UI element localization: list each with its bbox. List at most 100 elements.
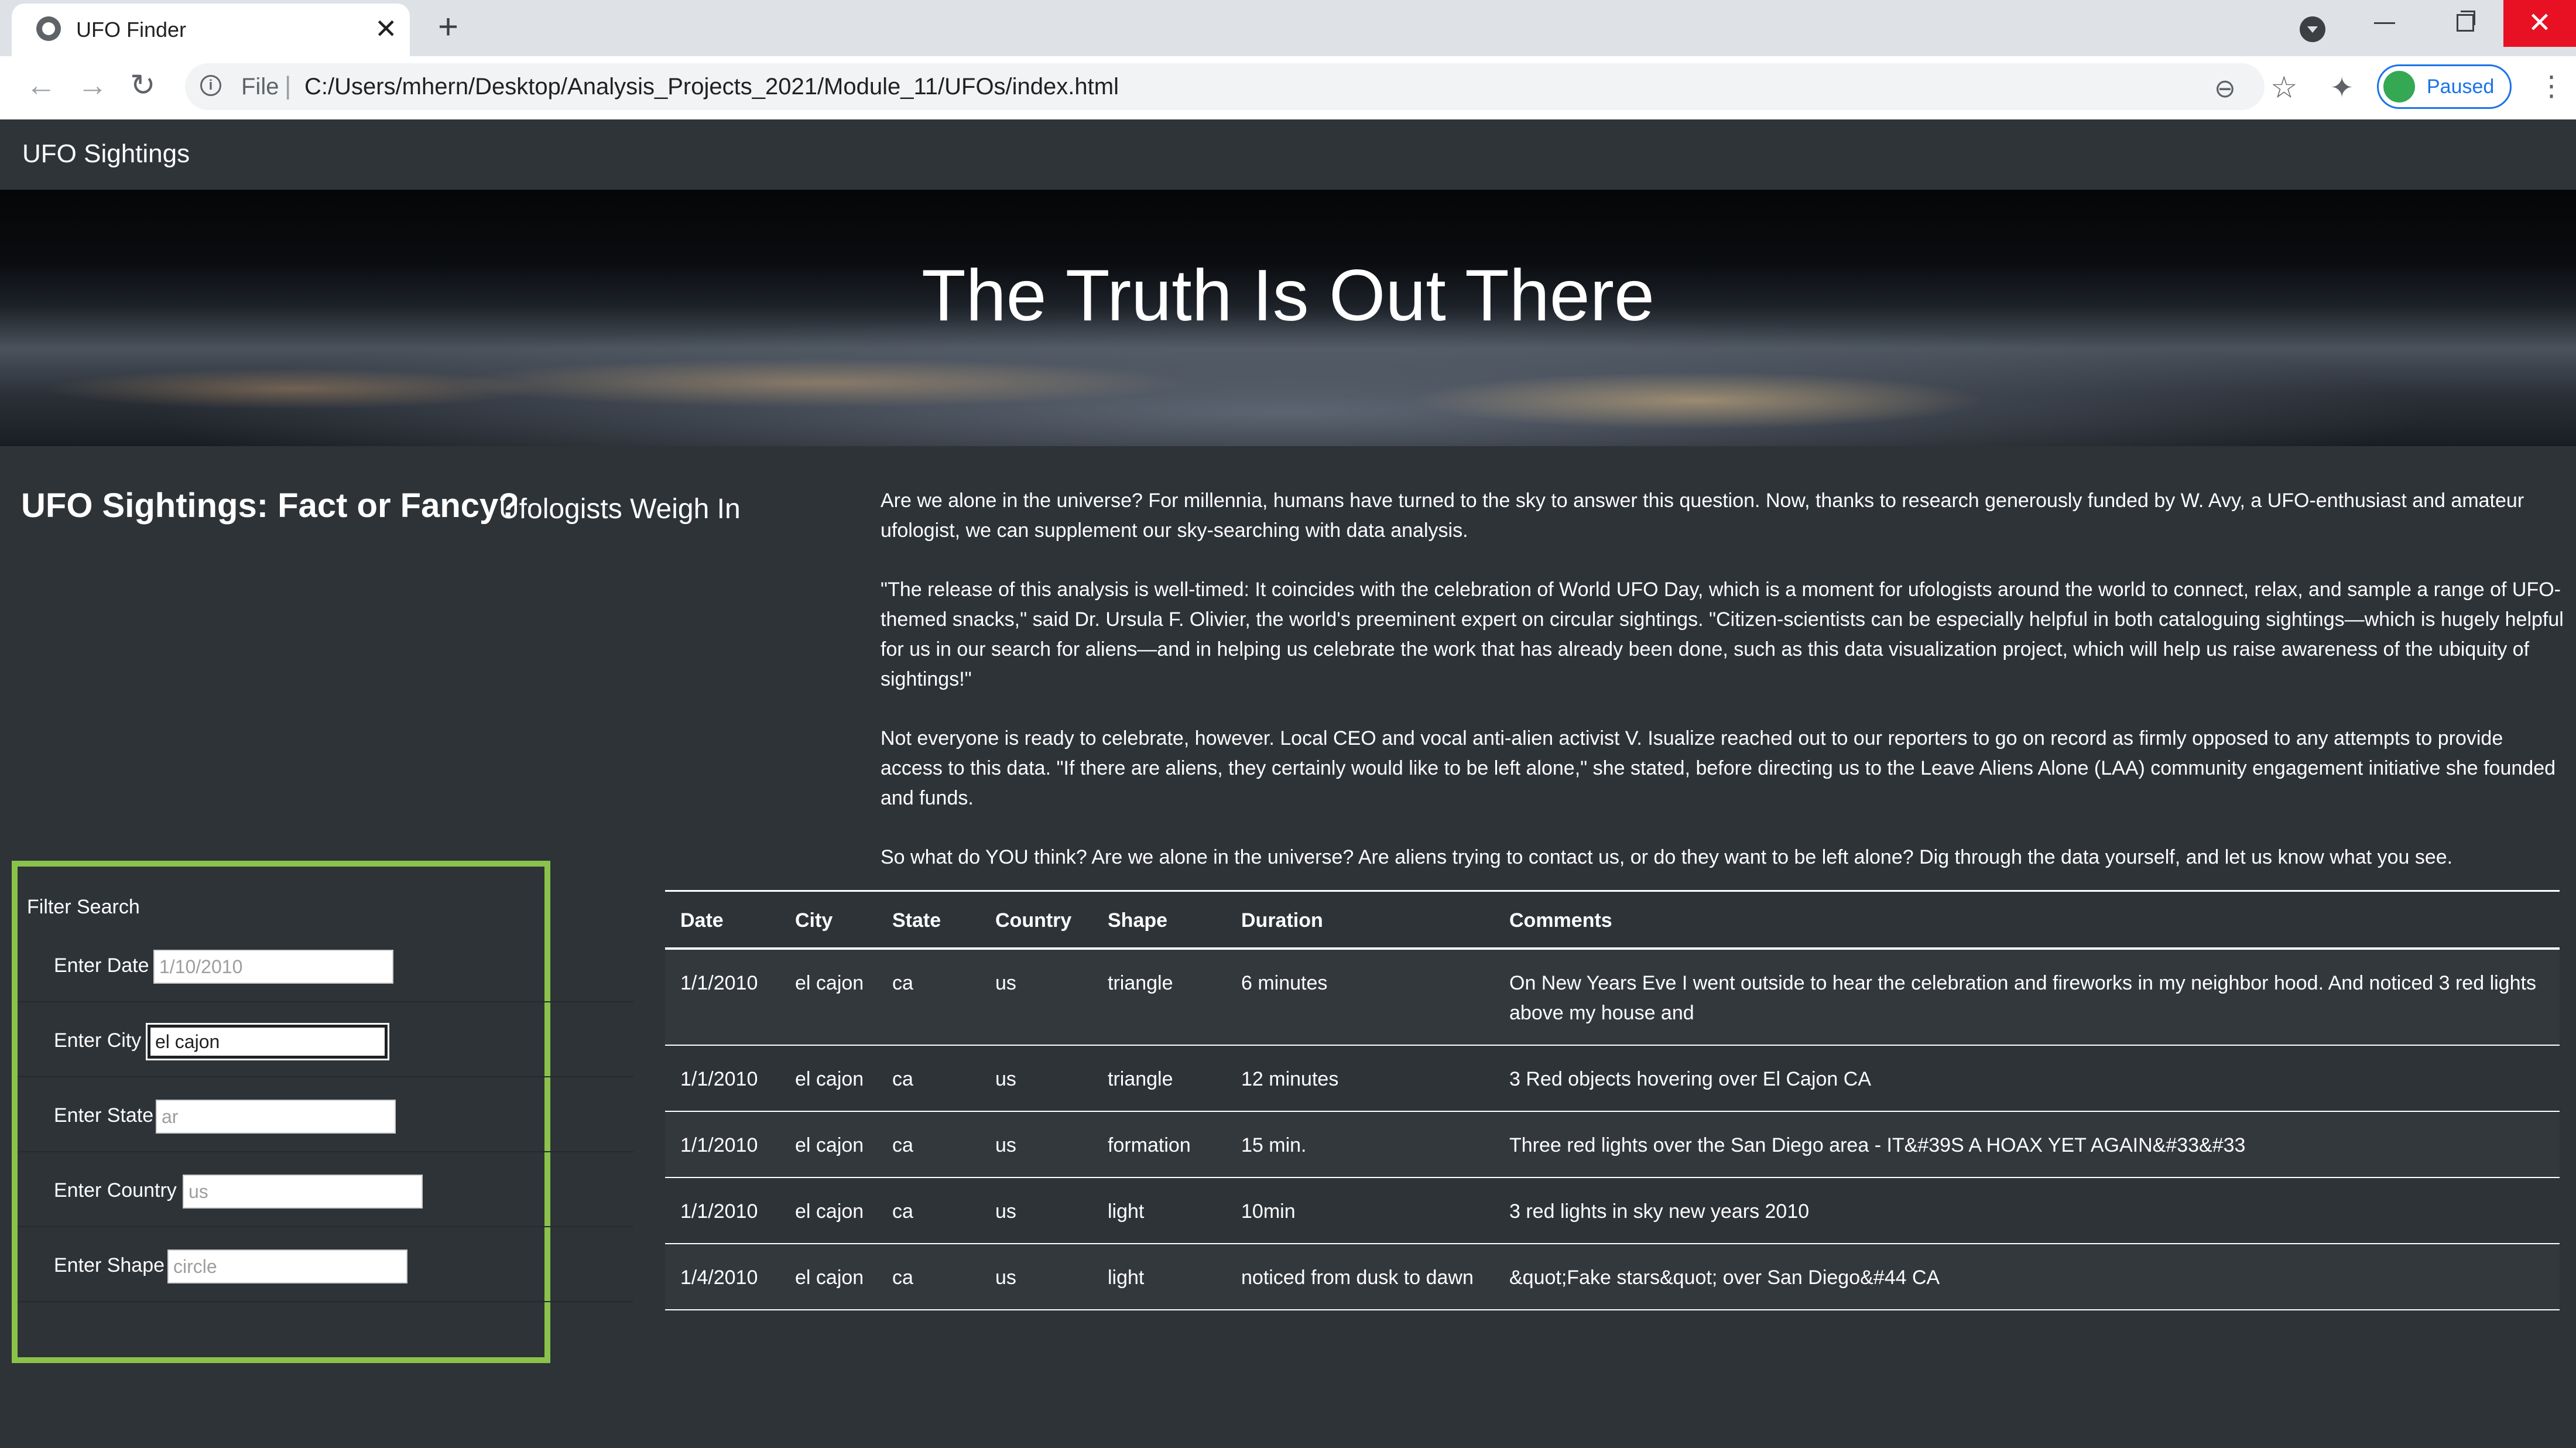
date-input[interactable] (153, 950, 393, 984)
cell-country: us (980, 1045, 1092, 1112)
window-close-icon[interactable]: ✕ (2503, 0, 2576, 47)
info-icon[interactable]: i (200, 75, 221, 96)
shape-input[interactable] (167, 1250, 407, 1283)
table-header-row: Date City State Country Shape Duration C… (665, 890, 2560, 950)
url-text[interactable]: C:/Users/mhern/Desktop/Analysis_Projects… (304, 74, 1119, 100)
cell-state: ca (877, 1111, 980, 1178)
reload-icon[interactable]: ↻ (130, 67, 156, 104)
profile-paused-button[interactable]: Paused (2377, 64, 2512, 109)
cell-city: el cajon (780, 1177, 877, 1244)
cell-duration: 6 minutes (1226, 949, 1494, 1046)
article-paragraph: "The release of this analysis is well-ti… (881, 578, 2564, 690)
filter-row-shape: Enter Shape (18, 1227, 633, 1302)
profile-status-label: Paused (2427, 76, 2495, 98)
tab-title: UFO Finder (76, 18, 187, 42)
cell-city: el cajon (780, 1111, 877, 1178)
cell-country: us (980, 1111, 1092, 1178)
column-header-state: State (877, 890, 980, 950)
country-input[interactable] (183, 1175, 423, 1209)
filter-row-state: Enter State (18, 1077, 633, 1152)
cell-state: ca (877, 1244, 980, 1310)
article-body: Are we alone in the universe? For millen… (881, 486, 2567, 902)
column-header-comments: Comments (1494, 890, 2560, 950)
web-page: UFO Sightings The Truth Is Out There UFO… (0, 119, 2576, 1448)
minimize-icon[interactable] (2374, 22, 2395, 24)
url-scheme: File (241, 74, 279, 100)
cell-city: el cajon (780, 949, 877, 1046)
filter-heading: Filter Search (27, 896, 140, 918)
site-navbar: UFO Sightings (0, 119, 2576, 190)
shape-label: Enter Shape (54, 1254, 165, 1276)
cell-comments: 3 red lights in sky new years 2010 (1494, 1177, 2560, 1244)
zoom-icon[interactable]: ⊖ (2214, 74, 2236, 104)
cell-country: us (980, 949, 1092, 1046)
avatar (2383, 71, 2415, 102)
cell-date: 1/1/2010 (665, 1045, 780, 1112)
filter-row-city: Enter City (18, 1002, 633, 1077)
table-row: 1/1/2010 el cajon ca us light 10min 3 re… (665, 1177, 2560, 1244)
forward-arrow-icon[interactable]: → (77, 67, 108, 104)
ufo-sightings-table: Date City State Country Shape Duration C… (665, 890, 2560, 1310)
bookmark-star-icon[interactable]: ☆ (2270, 70, 2298, 105)
cell-state: ca (877, 1045, 980, 1112)
article-paragraph: Are we alone in the universe? For millen… (881, 489, 2524, 542)
url-separator: | (285, 71, 292, 100)
cell-duration: 15 min. (1226, 1111, 1494, 1178)
cell-country: us (980, 1244, 1092, 1310)
close-tab-icon[interactable]: ✕ (375, 13, 398, 44)
hero-title: The Truth Is Out There (921, 255, 1655, 336)
cell-comments: On New Years Eve I went outside to hear … (1494, 949, 2560, 1046)
cell-date: 1/1/2010 (665, 1177, 780, 1244)
address-bar[interactable]: i File | C:/Users/mhern/Desktop/Analysis… (185, 63, 2298, 110)
cell-comments: 3 Red objects hovering over El Cajon CA (1494, 1045, 2560, 1112)
cell-shape: light (1092, 1244, 1226, 1310)
cell-city: el cajon (780, 1045, 877, 1112)
cell-date: 1/4/2010 (665, 1244, 780, 1310)
browser-toolbar: ← → ↻ i File | C:/Users/mhern/Desktop/An… (0, 56, 2576, 121)
cell-date: 1/1/2010 (665, 1111, 780, 1178)
cell-city: el cajon (780, 1244, 877, 1310)
country-label: Enter Country (54, 1179, 177, 1201)
table-row: 1/4/2010 el cajon ca us light noticed fr… (665, 1244, 2560, 1310)
cell-shape: formation (1092, 1111, 1226, 1178)
globe-icon (36, 16, 61, 41)
kebab-menu-icon[interactable]: ⋮ (2537, 73, 2565, 101)
cell-country: us (980, 1177, 1092, 1244)
column-header-shape: Shape (1092, 890, 1226, 950)
filter-search-panel: Filter Search Enter Date Enter City Ente… (12, 861, 633, 1363)
cell-date: 1/1/2010 (665, 949, 780, 1046)
city-input[interactable] (146, 1023, 389, 1060)
state-input[interactable] (156, 1100, 396, 1134)
column-header-country: Country (980, 890, 1092, 950)
cell-duration: noticed from dusk to dawn (1226, 1244, 1494, 1310)
cell-state: ca (877, 949, 980, 1046)
state-label: Enter State (54, 1104, 154, 1127)
column-header-city: City (780, 890, 877, 950)
cell-shape: triangle (1092, 1045, 1226, 1112)
article-paragraph: So what do YOU think? Are we alone in th… (881, 846, 2453, 868)
article-paragraph: Not everyone is ready to celebrate, howe… (881, 727, 2556, 809)
extensions-puzzle-icon[interactable]: ✦ (2330, 71, 2354, 104)
browser-tab-strip: UFO Finder ✕ + ✕ (0, 0, 2576, 56)
cell-comments: Three red lights over the San Diego area… (1494, 1111, 2560, 1178)
hero-banner: The Truth Is Out There (0, 190, 2576, 446)
table-row: 1/1/2010 el cajon ca us formation 15 min… (665, 1111, 2560, 1178)
browser-tab[interactable]: UFO Finder ✕ (12, 4, 410, 56)
navbar-brand-link[interactable]: UFO Sightings (22, 139, 190, 169)
cell-duration: 10min (1226, 1177, 1494, 1244)
table-row: 1/1/2010 el cajon ca us triangle 6 minut… (665, 949, 2560, 1046)
new-tab-icon[interactable]: + (438, 8, 458, 46)
filter-row-country: Enter Country (18, 1152, 633, 1227)
cell-state: ca (877, 1177, 980, 1244)
tab-search-icon[interactable] (2300, 16, 2325, 42)
cell-duration: 12 minutes (1226, 1045, 1494, 1112)
restore-icon[interactable] (2457, 11, 2475, 32)
table-row: 1/1/2010 el cajon ca us triangle 12 minu… (665, 1045, 2560, 1112)
cell-shape: light (1092, 1177, 1226, 1244)
city-label: Enter City (54, 1029, 142, 1052)
column-header-duration: Duration (1226, 890, 1494, 950)
back-arrow-icon[interactable]: ← (26, 67, 56, 104)
column-header-date: Date (665, 890, 780, 950)
filter-row-date: Enter Date (18, 927, 633, 1002)
cell-shape: triangle (1092, 949, 1226, 1046)
